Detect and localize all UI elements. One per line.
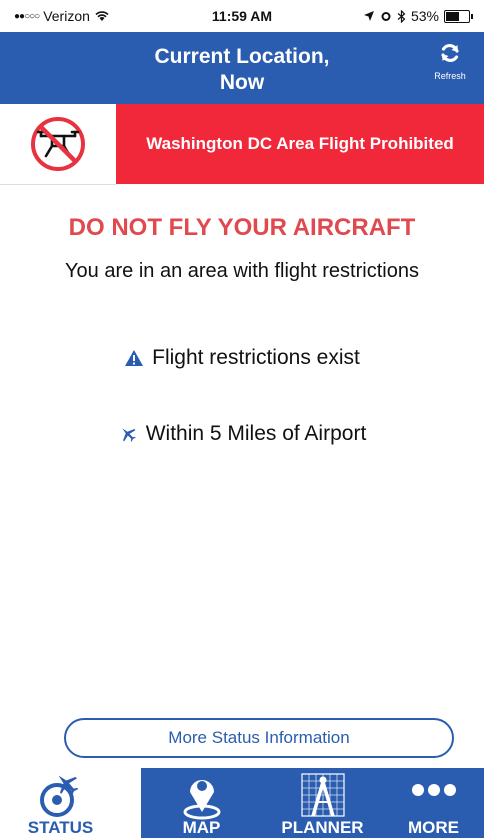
page-title: Current Location, Now (0, 44, 484, 96)
flight-status-banner[interactable]: Washington DC Area Flight Prohibited (0, 104, 484, 185)
refresh-button[interactable]: Refresh (428, 42, 472, 81)
airplane-icon (122, 428, 136, 442)
banner-message: Washington DC Area Flight Prohibited (116, 104, 484, 184)
refresh-icon (441, 44, 459, 62)
battery-percent: 53% (410, 8, 439, 24)
refresh-label: Refresh (434, 71, 466, 81)
nav-bar: Current Location, Now Refresh (0, 32, 484, 104)
battery-icon (444, 9, 473, 23)
map-pin-icon (141, 772, 262, 822)
no-drone-icon (31, 117, 85, 171)
tab-status[interactable]: STATUS (0, 768, 121, 838)
tab-more-label: MORE (408, 818, 459, 837)
restriction-item: Flight restrictions exist (0, 346, 484, 370)
restriction-item-text: Flight restrictions exist (152, 346, 360, 369)
do-not-fly-warning: DO NOT FLY YOUR AIRCRAFT (68, 214, 416, 241)
tab-planner[interactable]: PLANNER (262, 768, 383, 838)
banner-icon-box (0, 104, 116, 185)
tab-status-label: STATUS (27, 818, 94, 837)
tab-map[interactable]: MAP (141, 768, 262, 838)
status-bar-right: 53% (363, 8, 473, 24)
page-title-line1: Current Location, (154, 45, 330, 68)
tab-more[interactable]: MORE (383, 768, 484, 838)
more-status-info-button[interactable]: More Status Information (64, 718, 454, 758)
more-icon (383, 782, 484, 798)
airport-proximity-item: Within 5 Miles of Airport (0, 422, 484, 446)
airport-proximity-text: Within 5 Miles of Airport (145, 422, 367, 445)
tab-bar: STATUS MAP PLANNER MORE (0, 768, 484, 838)
status-icon (0, 772, 121, 818)
battery-fill (446, 11, 459, 21)
tab-planner-label: PLANNER (281, 818, 364, 837)
bluetooth-icon (397, 9, 406, 23)
tab-map-label: MAP (182, 818, 221, 837)
status-bar: ●●○○○ Verizon 11:59 AM 53% (0, 0, 484, 32)
restriction-subtitle: You are in an area with flight restricti… (65, 260, 419, 282)
warning-icon (125, 350, 144, 366)
planner-icon (262, 772, 383, 820)
alarm-icon (381, 12, 391, 21)
location-arrow-icon (363, 11, 374, 21)
page-title-line2: Now (219, 71, 265, 94)
